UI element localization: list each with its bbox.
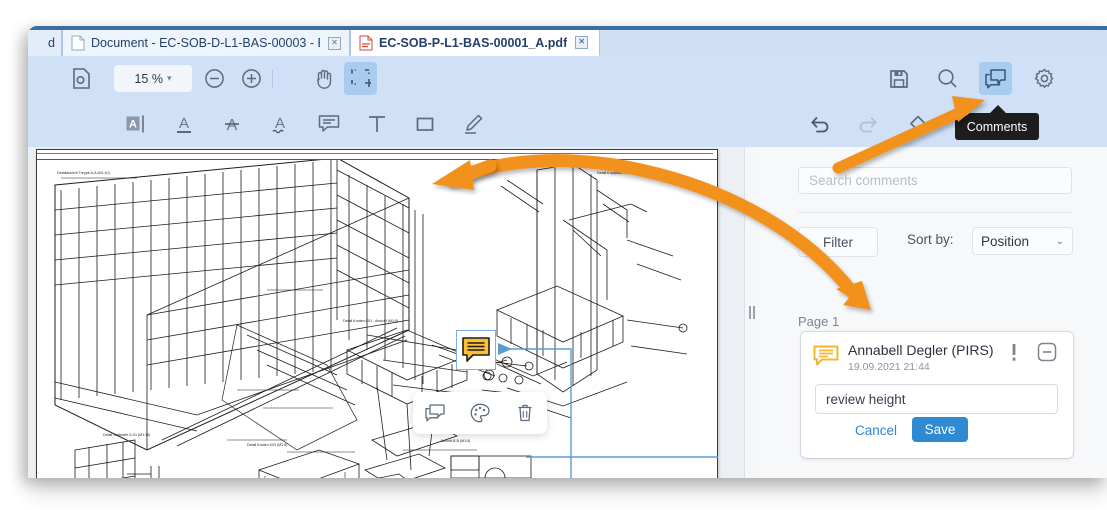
tab-partial-label: d [48,36,55,50]
text-select-icon[interactable]: A [120,108,152,140]
svg-text:Detail Knoten K01 - Ansicht (M: Detail Knoten K01 - Ansicht (M1:5) [343,319,398,323]
undo-icon[interactable] [804,108,836,140]
underline-icon[interactable]: A [168,108,200,140]
comment-date: 19.09.2021 21:44 [848,361,930,373]
svg-text:Detail Kopfplatte KP2 (M1:5): Detail Kopfplatte KP2 (M1:5) [597,171,643,175]
tab-document[interactable]: Document - EC-SOB-D-L1-BAS-00003 - B ✕ [62,30,350,56]
sticky-note-marker-icon[interactable] [456,330,496,370]
comments-icon[interactable] [979,62,1012,95]
chevron-down-icon: ⌄ [1056,236,1064,247]
exclamation-icon[interactable] [1007,342,1021,364]
content-area: Detailansicht Treppe A-A (M1:10) Detail … [28,147,1107,478]
comment-icon[interactable] [422,400,448,426]
sort-by-value: Position [981,234,1029,249]
svg-text:A: A [227,117,238,134]
svg-text:Detailansicht Treppe A-A (M1:1: Detailansicht Treppe A-A (M1:10) [57,171,110,175]
tooltip-label: Comments [967,120,1027,134]
svg-text:Schnitt B-B (M1:5): Schnitt B-B (M1:5) [441,439,470,443]
comment-badge-icon [813,345,839,367]
tab-pdf[interactable]: EC-SOB-P-L1-BAS-00001_A.pdf ✕ [350,30,600,56]
zoom-in-icon[interactable] [235,62,268,95]
text-box-icon[interactable] [361,108,393,140]
comments-sidebar: Search comments Filter Sort by: Position… [759,147,1107,478]
page-ruler-band [37,150,717,160]
toolbar-annotate-tools: A A A A [28,101,1107,148]
file-icon [71,35,85,51]
comment-author: Annabell Degler (PIRS) [848,342,994,358]
sort-by-label: Sort by: [907,232,954,247]
zoom-level-value: 15 % [134,72,163,86]
filter-button[interactable]: Filter [798,227,878,257]
svg-text:A: A [179,115,189,132]
highlighter-pen-icon[interactable] [457,108,489,140]
hand-pan-icon[interactable] [308,62,341,95]
eraser-icon[interactable] [900,108,932,140]
pdf-page[interactable]: Detailansicht Treppe A-A (M1:10) Detail … [36,149,718,478]
comments-tooltip: Comments [955,113,1039,140]
pane-splitter[interactable] [744,147,760,478]
save-button[interactable]: Save [912,417,968,442]
pdf-icon [359,35,373,51]
strikethrough-icon[interactable]: A [216,108,248,140]
tab-document-close-icon[interactable]: ✕ [328,37,341,50]
select-area-icon[interactable] [344,62,377,95]
document-pane[interactable]: Detailansicht Treppe A-A (M1:10) Detail … [28,147,744,478]
tab-partial-left[interactable]: d [28,30,62,56]
sticky-note-icon[interactable] [313,108,345,140]
tab-strip: d Document - EC-SOB-D-L1-BAS-00003 - B ✕… [28,30,1107,56]
chevron-down-icon: ▾ [167,73,172,84]
zoom-out-icon[interactable] [198,62,231,95]
search-comments-placeholder: Search comments [809,173,918,188]
toolbar-divider [272,70,273,88]
sort-by-select[interactable]: Position ⌄ [972,227,1073,255]
page-group-label: Page 1 [798,314,839,329]
rectangle-icon[interactable] [409,108,441,140]
search-comments-input[interactable]: Search comments [798,167,1072,194]
comment-card[interactable]: Annabell Degler (PIRS) 19.09.2021 21:44 … [801,332,1073,458]
save-icon[interactable] [882,62,915,95]
toolbar-primary: 15 % ▾ V [28,56,1107,101]
collapse-icon[interactable] [1037,342,1059,364]
zoom-level-control[interactable]: 15 % ▾ [114,65,192,92]
svg-text:A: A [275,115,285,132]
search-icon[interactable] [931,62,964,95]
svg-text:Detail Knoten K03 (M1:5): Detail Knoten K03 (M1:5) [247,443,287,447]
annotation-popup-toolbar[interactable] [413,392,547,434]
redo-icon[interactable] [852,108,884,140]
sidebar-divider [798,212,1072,213]
color-palette-icon[interactable] [467,400,493,426]
comment-text-input[interactable]: review height [815,384,1058,414]
filter-label: Filter [823,235,853,250]
svg-text:Detail Geländer G-01 (M1:10): Detail Geländer G-01 (M1:10) [103,433,150,437]
tab-pdf-close-icon[interactable]: ✕ [575,36,588,49]
screenshot-root: d Document - EC-SOB-D-L1-BAS-00003 - B ✕… [0,0,1107,510]
tooltip-arrow [990,105,1006,113]
settings-gear-icon[interactable] [1028,62,1061,95]
comment-text-value: review height [826,392,906,407]
pdf-editor-window: d Document - EC-SOB-D-L1-BAS-00003 - B ✕… [28,26,1107,478]
tab-pdf-label: EC-SOB-P-L1-BAS-00001_A.pdf [379,36,567,50]
cad-drawing: Detailansicht Treppe A-A (M1:10) Detail … [37,150,717,478]
squiggly-underline-icon[interactable]: A [264,108,296,140]
tab-document-label: Document - EC-SOB-D-L1-BAS-00003 - B [91,36,320,50]
delete-trash-icon[interactable] [512,400,538,426]
page-settings-icon[interactable] [65,62,98,95]
splitter-grip-icon [749,306,755,319]
svg-text:A: A [129,119,137,131]
cancel-button[interactable]: Cancel [855,423,897,438]
